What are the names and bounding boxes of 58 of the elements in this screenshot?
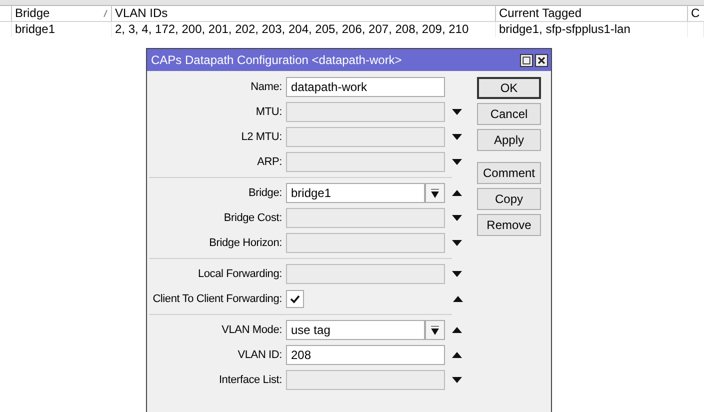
close-icon[interactable]: [535, 54, 548, 66]
field-label: Interface List:: [218, 372, 283, 388]
expand-arrow-icon[interactable]: [452, 271, 462, 277]
expand-arrow-icon[interactable]: [452, 109, 462, 115]
input-field[interactable]: datapath-work: [286, 77, 445, 97]
collapse-arrow-icon[interactable]: [452, 190, 462, 196]
field-label: L2 MTU:: [240, 130, 283, 145]
field-label: Bridge:: [248, 186, 283, 201]
field-label: ARP:: [256, 154, 283, 170]
dropdown-button[interactable]: [425, 320, 445, 340]
field-label: VLAN ID:: [236, 348, 283, 363]
checkbox[interactable]: [286, 290, 304, 308]
dialog-button[interactable]: Copy: [477, 188, 541, 210]
expand-arrow-icon[interactable]: [452, 377, 462, 383]
check-mark-icon: [290, 294, 300, 304]
column-header[interactable]: C: [688, 6, 704, 22]
column-header[interactable]: Bridge: [12, 6, 112, 22]
collapse-arrow-icon[interactable]: [452, 327, 462, 333]
expand-arrow-icon[interactable]: [452, 215, 462, 221]
input-field[interactable]: [286, 152, 445, 172]
input-field[interactable]: [286, 127, 445, 147]
collapse-arrow-icon[interactable]: [453, 296, 463, 302]
window-title: CAPs Datapath Configuration <datapath-work>: [151, 52, 402, 69]
input-field[interactable]: use tag: [286, 320, 425, 340]
expand-arrow-icon[interactable]: [452, 134, 462, 140]
field-label: MTU:: [254, 104, 283, 120]
field-label: Local Forwarding:: [196, 266, 283, 282]
table-cell: bridge1, sfp-sfpplus1-lan: [496, 22, 688, 37]
dropdown-button[interactable]: [425, 183, 445, 203]
table-cell: bridge1: [12, 22, 112, 37]
dialog-button[interactable]: Comment: [477, 162, 541, 184]
input-field[interactable]: [286, 208, 445, 228]
dropdown-icon: [431, 188, 439, 198]
field-label: VLAN Mode:: [220, 322, 283, 338]
dialog-button[interactable]: Apply: [477, 129, 541, 151]
column-header[interactable]: VLAN IDs: [112, 6, 496, 22]
expand-arrow-icon[interactable]: [452, 159, 462, 165]
dialog-button[interactable]: Cancel: [477, 103, 541, 125]
dialog-button[interactable]: OK: [477, 77, 541, 99]
column-header[interactable]: Current Tagged: [496, 6, 688, 22]
table-cell: 2, 3, 4, 172, 200, 201, 202, 203, 204, 205, 206, 207, 208, 209, 210: [112, 22, 496, 37]
input-field[interactable]: [286, 233, 445, 253]
input-field[interactable]: bridge1: [286, 183, 425, 203]
dropdown-icon: [431, 326, 439, 334]
expand-arrow-icon[interactable]: [452, 240, 462, 246]
column-header: [0, 6, 12, 22]
input-field[interactable]: [286, 370, 445, 390]
collapse-arrow-icon[interactable]: [452, 352, 462, 358]
input-field[interactable]: [286, 264, 445, 284]
dialog-button[interactable]: Remove: [477, 214, 541, 236]
input-field[interactable]: 208: [286, 345, 445, 365]
input-field[interactable]: [286, 102, 445, 122]
maximize-icon[interactable]: [520, 54, 533, 66]
field-label: Bridge Cost:: [222, 210, 283, 226]
field-label: Bridge Horizon:: [208, 236, 283, 251]
field-label: Client To Client Forwarding:: [152, 292, 283, 307]
sort-icon: [103, 10, 108, 17]
field-label: Name:: [250, 80, 283, 95]
